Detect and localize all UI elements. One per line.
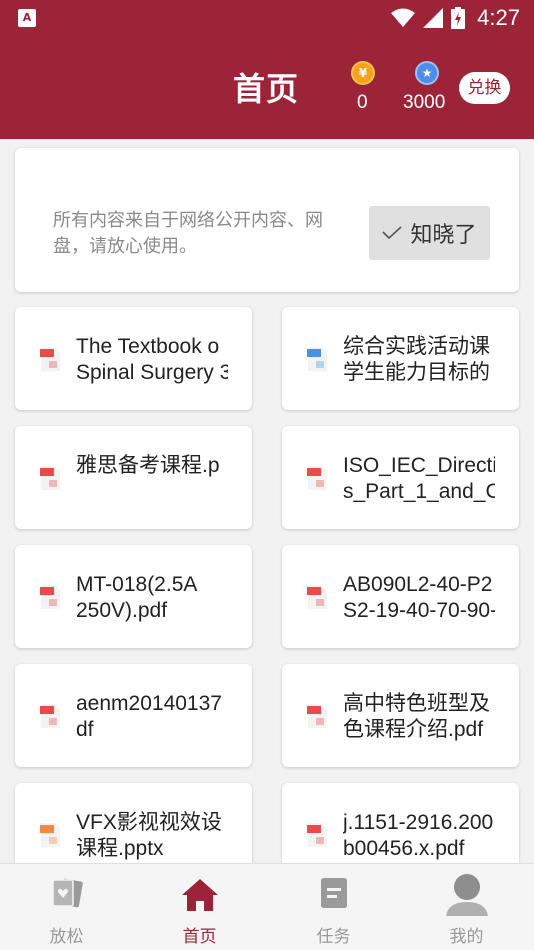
page-title: 首页 <box>233 70 300 108</box>
file-title-line: 课程.pptx <box>76 837 164 860</box>
pdf-file-icon <box>307 823 327 847</box>
tab-label: 首页 <box>182 927 217 947</box>
file-card[interactable]: 综合实践活动课 学生能力目标的 <box>282 307 519 410</box>
file-card[interactable]: 雅思备考课程.p <box>15 426 252 529</box>
acknowledge-label: 知晓了 <box>410 223 477 248</box>
file-title: 雅思备考课程.p <box>76 453 228 479</box>
pdf-file-icon <box>40 585 60 609</box>
tab-label: 任务 <box>316 927 351 947</box>
file-title-line: AB090L2-40-P2 <box>343 573 493 596</box>
tab-home[interactable]: 首页 <box>133 864 266 950</box>
file-card[interactable]: 高中特色班型及 色课程介绍.pdf <box>282 664 519 767</box>
tab-relax[interactable]: 放松 <box>0 864 133 950</box>
file-title: MT-018(2.5A 250V).pdf <box>76 572 228 624</box>
file-title-line: 高中特色班型及 <box>343 692 490 715</box>
pdf-file-icon <box>40 466 60 490</box>
pdf-file-icon <box>307 585 327 609</box>
file-card[interactable]: aenm20140137 df <box>15 664 252 767</box>
task-icon <box>320 878 347 908</box>
file-title: j.1151-2916.200 b00456.x.pdf <box>343 810 495 862</box>
file-title-line: ISO_IEC_Directi <box>343 454 495 477</box>
file-title: The Textbook o Spinal Surgery 3 <box>76 334 228 386</box>
file-title-line: 色课程介绍.pdf <box>343 718 484 741</box>
file-title-line: VFX影视视效设 <box>76 811 222 834</box>
file-title-line: j.1151-2916.200 <box>343 811 494 834</box>
signal-icon <box>423 8 444 28</box>
app-notification-icon: A <box>18 9 36 27</box>
file-title-line: aenm20140137 <box>76 692 222 715</box>
blue-coin-balance: 3000 <box>403 92 446 113</box>
file-title-line: The Textbook o <box>76 335 220 358</box>
file-card[interactable]: ISO_IEC_Directi s_Part_1_and_C <box>282 426 519 529</box>
acknowledge-button[interactable]: 知晓了 <box>369 206 490 260</box>
file-title-line: Spinal Surgery 3 <box>76 361 228 384</box>
pdf-file-icon <box>307 704 327 728</box>
file-title-line: MT-018(2.5A <box>76 573 198 596</box>
file-title: VFX影视视效设 课程.pptx <box>76 810 228 862</box>
doc-file-icon <box>307 347 327 371</box>
profile-icon <box>445 874 488 916</box>
file-title: ISO_IEC_Directi s_Part_1_and_C <box>343 453 495 505</box>
file-title-line: 雅思备考课程.p <box>76 454 220 477</box>
pdf-file-icon <box>40 347 60 371</box>
file-title-line: 学生能力目标的 <box>343 361 490 384</box>
clock: 4:27 <box>477 5 520 30</box>
file-title-line: 综合实践活动课 <box>343 335 490 358</box>
check-icon <box>382 226 403 240</box>
tab-profile[interactable]: 我的 <box>400 864 533 950</box>
pdf-file-icon <box>40 704 60 728</box>
cards-icon <box>51 878 83 908</box>
notice-text: 所有内容来自于网络公开内容、网盘，请放心使用。 <box>53 210 323 257</box>
notice-card: 所有内容来自于网络公开内容、网盘，请放心使用。 知晓了 <box>15 148 519 292</box>
ppt-file-icon <box>40 823 60 847</box>
redeem-button[interactable]: 兑换 <box>459 72 510 104</box>
file-title: 综合实践活动课 学生能力目标的 <box>343 334 495 386</box>
app-header: A 4:27 首页 ¥ 0 ★ 3000 兑换 <box>0 0 534 139</box>
tab-tasks[interactable]: 任务 <box>267 864 400 950</box>
file-title-line: b00456.x.pdf <box>343 837 465 860</box>
file-card[interactable]: The Textbook o Spinal Surgery 3 <box>15 307 252 410</box>
file-title-line: df <box>76 718 94 741</box>
file-title-line: S2-19-40-70-90- <box>343 599 495 622</box>
file-title: AB090L2-40-P2 S2-19-40-70-90- <box>343 572 495 624</box>
file-card[interactable]: AB090L2-40-P2 S2-19-40-70-90- <box>282 545 519 648</box>
pdf-file-icon <box>307 466 327 490</box>
bottom-tab-bar: 放松 首页 任务 我的 <box>0 863 534 950</box>
battery-icon <box>451 7 466 29</box>
tab-label: 放松 <box>49 927 84 947</box>
wifi-icon <box>391 8 416 27</box>
tab-label: 我的 <box>449 927 484 947</box>
gold-coin-balance: 0 <box>357 92 368 113</box>
file-title-line: 250V).pdf <box>76 599 168 622</box>
blue-coin-icon: ★ <box>415 61 439 85</box>
file-title: aenm20140137 df <box>76 691 228 743</box>
file-title-line: s_Part_1_and_C <box>343 480 495 503</box>
file-title: 高中特色班型及 色课程介绍.pdf <box>343 691 495 743</box>
file-card[interactable]: MT-018(2.5A 250V).pdf <box>15 545 252 648</box>
gold-coin-icon: ¥ <box>351 61 375 85</box>
status-bar: A 4:27 <box>0 0 534 38</box>
home-icon <box>181 879 218 911</box>
